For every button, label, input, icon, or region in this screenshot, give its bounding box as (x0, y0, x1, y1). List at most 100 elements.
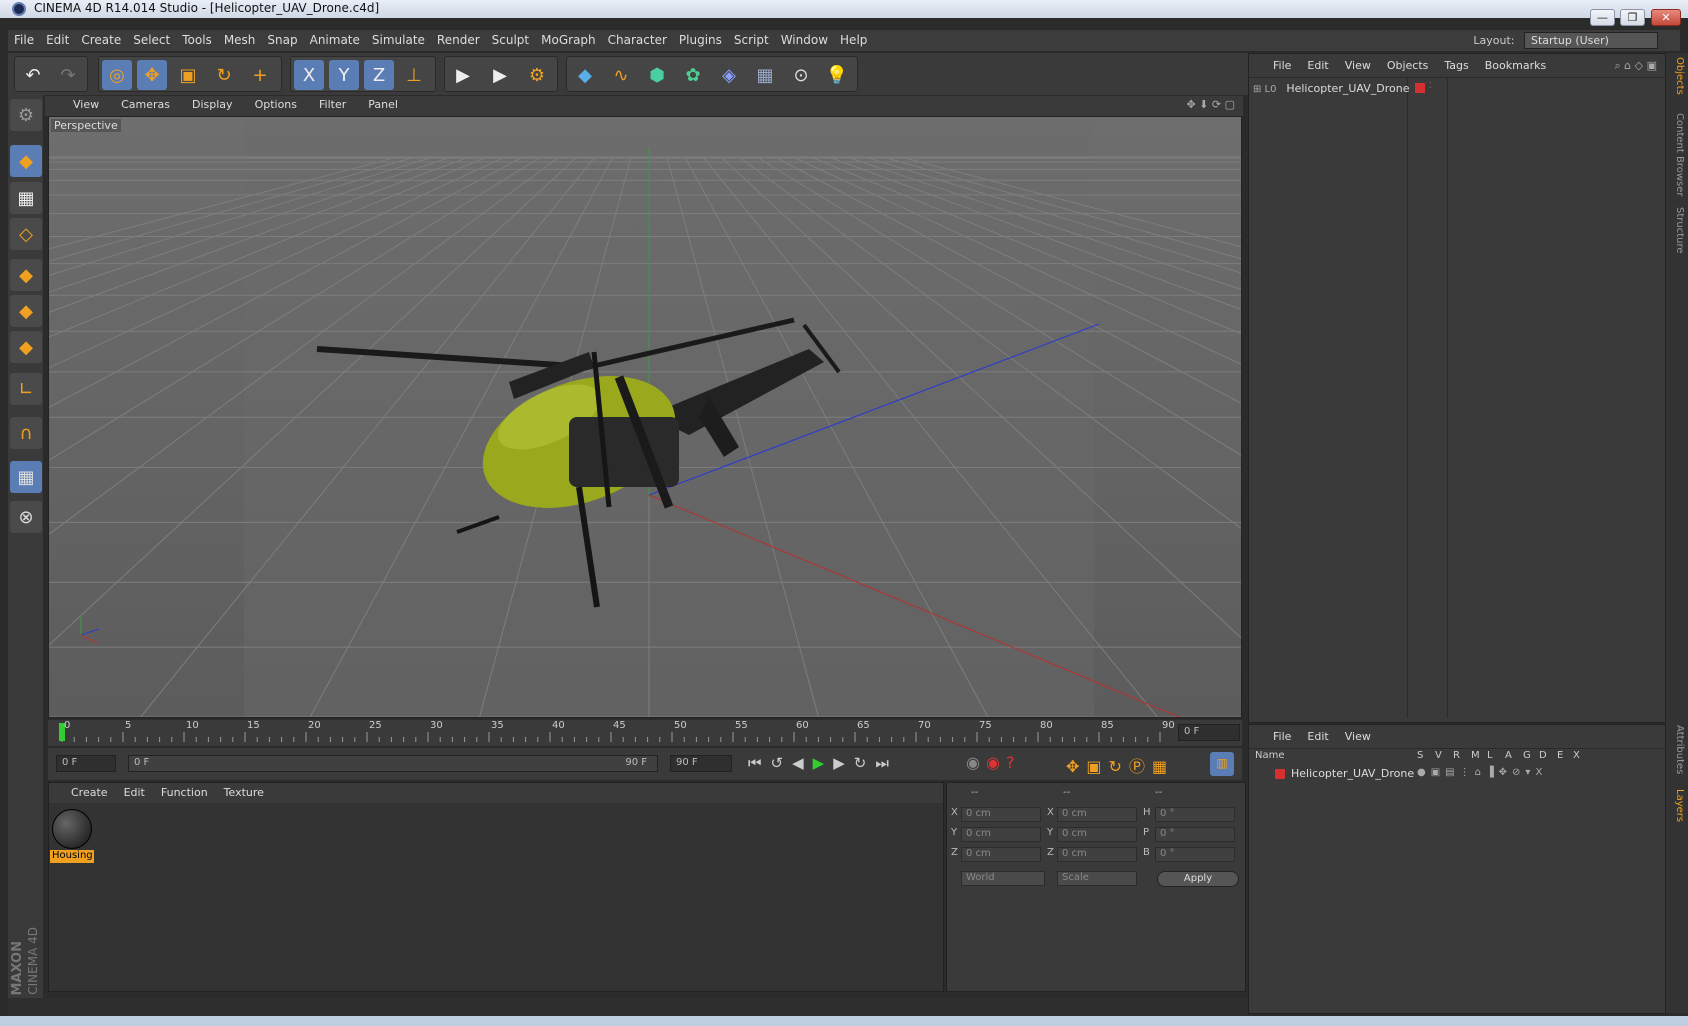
layers-menu-view[interactable]: View (1337, 725, 1379, 743)
size-x-field[interactable]: 0 cm (1057, 807, 1137, 822)
object-name[interactable]: Helicopter_UAV_Drone (1286, 82, 1409, 95)
menu-character[interactable]: Character (602, 30, 673, 47)
make-editable-icon[interactable]: ⚙ (10, 99, 42, 131)
workplane-lock-icon[interactable]: ▦ (10, 461, 42, 493)
layers-col-v[interactable]: V (1435, 750, 1442, 761)
rot-h-field[interactable]: 0 ° (1155, 807, 1235, 822)
play-icon[interactable]: ▶ (813, 754, 834, 772)
locked-workplane-icon[interactable]: ⊗ (10, 501, 42, 533)
render-view-icon[interactable]: ▶ (448, 60, 478, 90)
menu-edit[interactable]: Edit (40, 30, 75, 47)
objects-menu-file[interactable]: File (1249, 54, 1299, 72)
layers-col-r[interactable]: R (1453, 750, 1460, 761)
material-menu-edit[interactable]: Edit (116, 783, 153, 799)
object-layer-tag[interactable] (1415, 83, 1425, 93)
y-axis-icon[interactable]: Y (329, 60, 359, 90)
current-frame-field[interactable]: 0 F (1178, 724, 1240, 741)
menu-animate[interactable]: Animate (304, 30, 366, 47)
autokey-icon[interactable]: ◉ (986, 753, 1006, 772)
layers-col-g[interactable]: G (1523, 750, 1531, 761)
array-icon[interactable]: ✿ (678, 60, 708, 90)
rot-p-field[interactable]: 0 ° (1155, 827, 1235, 842)
floor-icon[interactable]: ▦ (750, 60, 780, 90)
objects-menu-view[interactable]: View (1337, 54, 1379, 72)
layers-menu-file[interactable]: File (1249, 725, 1299, 743)
next-frame-icon[interactable]: ▶ (833, 754, 854, 772)
size-z-field[interactable]: 0 cm (1057, 847, 1137, 862)
cube-icon[interactable]: ◆ (570, 60, 600, 90)
viewport-menu-options[interactable]: Options (244, 96, 308, 111)
material-menu-create[interactable]: Create (49, 783, 116, 799)
deformer-icon[interactable]: ◈ (714, 60, 744, 90)
viewport-menu-cameras[interactable]: Cameras (110, 96, 181, 111)
menu-create[interactable]: Create (75, 30, 127, 47)
objects-menu-edit[interactable]: Edit (1299, 54, 1336, 72)
viewport-menu-view[interactable]: View (45, 96, 110, 111)
material-menu-texture[interactable]: Texture (216, 783, 272, 799)
menu-mograph[interactable]: MoGraph (535, 30, 602, 47)
workplane-mode-icon[interactable]: ◇ (10, 218, 42, 250)
render-settings-icon[interactable]: ⚙ (522, 60, 552, 90)
coord-system-icon[interactable]: ⊥ (399, 60, 429, 90)
x-axis-icon[interactable]: X (294, 60, 324, 90)
menu-tools[interactable]: Tools (176, 30, 218, 47)
scale-icon[interactable]: ▣ (173, 60, 203, 90)
visibility-dots[interactable]: ⁚ (1429, 81, 1432, 90)
menu-snap[interactable]: Snap (261, 30, 303, 47)
key-parameter-icon[interactable]: Ⓟ (1129, 757, 1152, 776)
timeline-layout-icon[interactable]: ▥ (1210, 752, 1234, 776)
material-preview-sphere[interactable] (52, 809, 92, 849)
menu-select[interactable]: Select (127, 30, 176, 47)
world-dropdown[interactable]: World (961, 871, 1045, 886)
keyframe-selection-icon[interactable]: ? (1006, 753, 1021, 772)
light-icon[interactable]: 💡 (822, 60, 852, 90)
range-slider[interactable]: 0 F 90 F (128, 755, 658, 772)
menu-help[interactable]: Help (834, 30, 873, 47)
tab-layers[interactable]: Layers (1669, 789, 1685, 829)
tab-content-browser[interactable]: Content Browser (1669, 113, 1685, 197)
minimize-button[interactable]: — (1590, 9, 1615, 26)
menu-script[interactable]: Script (728, 30, 775, 47)
layers-col-name[interactable]: Name (1255, 750, 1285, 761)
rot-b-field[interactable]: 0 ° (1155, 847, 1235, 862)
render-picture-viewer-icon[interactable]: ▶ (485, 60, 515, 90)
material-name-label[interactable]: Housing (50, 850, 94, 863)
cinema4d-app-icon[interactable] (12, 2, 26, 16)
maximize-button[interactable]: ❐ (1620, 9, 1645, 26)
layer-toggle-icons[interactable]: ●▣▤⋮⌂▐✥⊘▾X (1417, 767, 1547, 778)
tab-objects[interactable]: Objects (1669, 57, 1685, 107)
viewport-menu-display[interactable]: Display (181, 96, 244, 111)
layer-row[interactable]: Helicopter_UAV_Drone ●▣▤⋮⌂▐✥⊘▾X (1253, 766, 1663, 782)
viewport-nav-icons[interactable]: ✥ ⬇ ⟳ ▢ (1186, 98, 1235, 111)
edges-mode-icon[interactable]: ◆ (10, 295, 42, 327)
key-pla-icon[interactable]: ▦ (1152, 757, 1174, 776)
prev-frame-icon[interactable]: ◀ (792, 754, 813, 772)
nurbs-icon[interactable]: ⬢ (642, 60, 672, 90)
model-mode-icon[interactable]: ◆ (10, 145, 42, 177)
camera-icon[interactable]: ⊙ (786, 60, 816, 90)
expand-icon[interactable]: ⊞ L0 (1253, 84, 1277, 95)
close-button[interactable]: ✕ (1651, 9, 1681, 26)
menu-simulate[interactable]: Simulate (366, 30, 431, 47)
material-menu-function[interactable]: Function (153, 783, 216, 799)
start-frame-field[interactable]: 0 F (56, 755, 116, 772)
apply-button[interactable]: Apply (1157, 871, 1239, 887)
key-position-icon[interactable]: ✥ (1066, 757, 1086, 776)
timeline-ruler[interactable]: 0 5 10 15 20 25 30 35 40 45 50 55 60 65 70 75 80 85 90 0 F (48, 720, 1242, 746)
menu-render[interactable]: Render (431, 30, 486, 47)
pos-y-field[interactable]: 0 cm (961, 827, 1041, 842)
layer-color-swatch[interactable] (1275, 769, 1285, 779)
pos-x-field[interactable]: 0 cm (961, 807, 1041, 822)
layers-col-s[interactable]: S (1417, 750, 1423, 761)
viewport-menu-filter[interactable]: Filter (308, 96, 357, 111)
key-scale-icon[interactable]: ▣ (1086, 757, 1108, 776)
menu-sculpt[interactable]: Sculpt (486, 30, 535, 47)
live-select-icon[interactable]: ◎ (102, 60, 132, 90)
snap-magnet-icon[interactable]: ∩ (10, 417, 42, 449)
layers-col-a[interactable]: A (1505, 750, 1512, 761)
key-rotation-icon[interactable]: ↻ (1109, 757, 1129, 776)
menu-file[interactable]: File (8, 30, 40, 47)
polygons-mode-icon[interactable]: ◆ (10, 331, 42, 363)
layers-col-m[interactable]: M (1471, 750, 1480, 761)
next-key-icon[interactable]: ↻ (854, 754, 876, 772)
